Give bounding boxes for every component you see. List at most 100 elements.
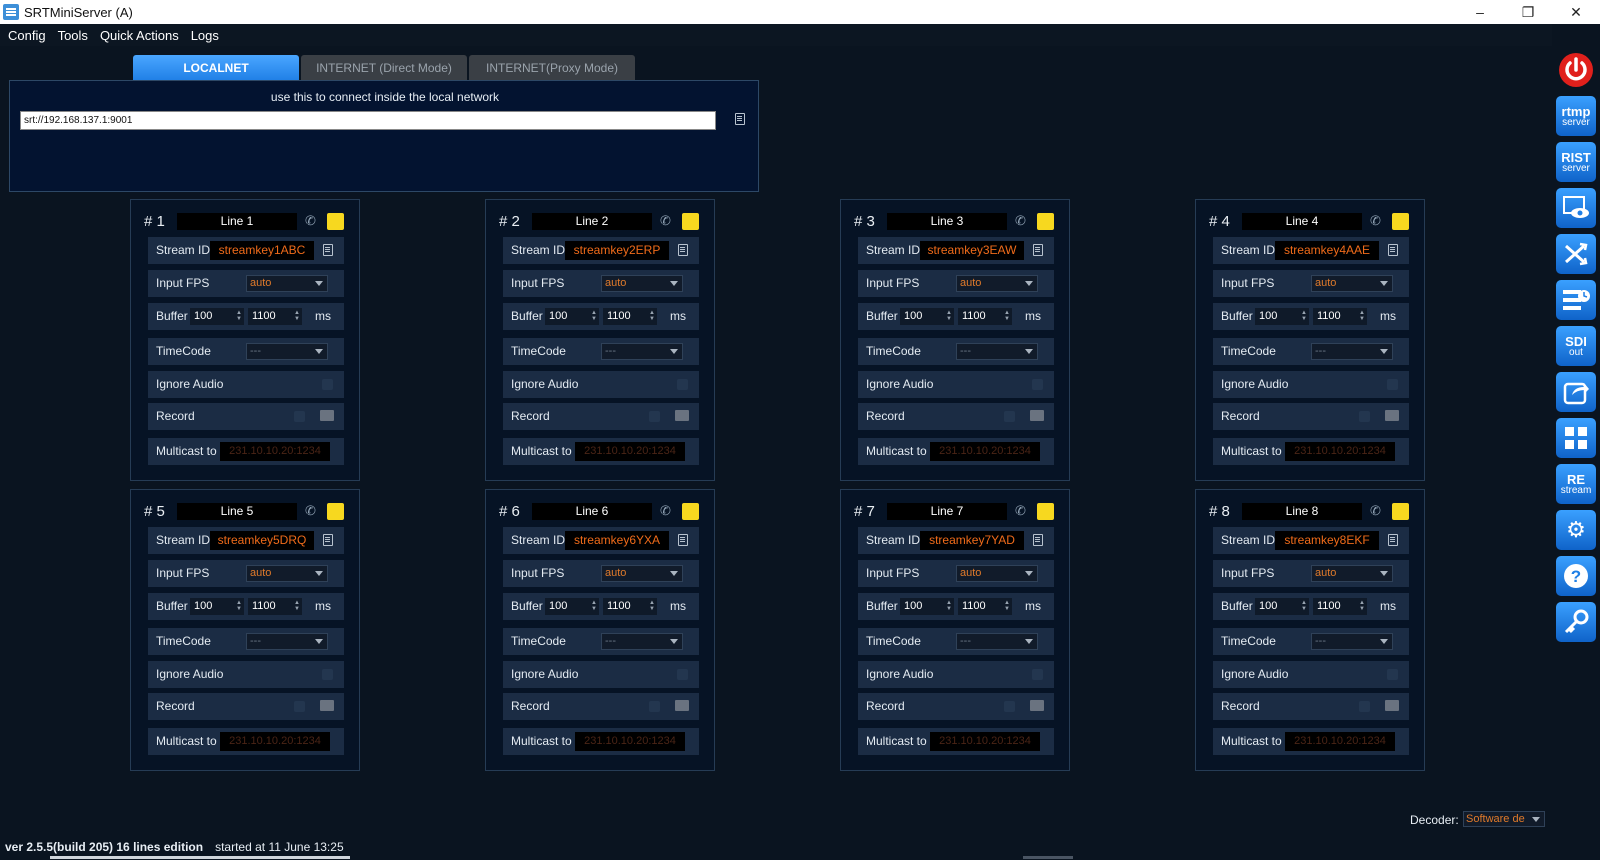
multicast-input[interactable]: 231.10.10.20:1234 xyxy=(1285,732,1395,751)
spin-arrows-icon[interactable]: ▲ ▼ xyxy=(1004,310,1010,322)
ignore-audio-checkbox[interactable] xyxy=(1387,669,1398,680)
rtmp-server-button[interactable]: rtmp server xyxy=(1556,96,1596,136)
spin-arrows-icon[interactable]: ▲ ▼ xyxy=(1301,600,1307,612)
timecode-select[interactable]: --- xyxy=(956,343,1038,360)
spin-arrows-icon[interactable]: ▲ ▼ xyxy=(946,600,952,612)
spin-arrows-icon[interactable]: ▲ ▼ xyxy=(591,600,597,612)
spin-arrows-icon[interactable]: ▲ ▼ xyxy=(1004,600,1010,612)
spin-arrows-icon[interactable]: ▲ ▼ xyxy=(649,310,655,322)
restream-button[interactable]: RE stream xyxy=(1556,464,1596,504)
multicast-input[interactable]: 231.10.10.20:1234 xyxy=(220,442,330,461)
close-button[interactable]: ✕ xyxy=(1552,0,1600,24)
copy-icon[interactable] xyxy=(1388,534,1398,546)
buffer-max-input[interactable]: 1100 ▲ ▼ xyxy=(1313,308,1367,325)
tab-localnet[interactable]: LOCALNET xyxy=(133,55,299,81)
multicast-input[interactable]: 231.10.10.20:1234 xyxy=(1285,442,1395,461)
menu-tools[interactable]: Tools xyxy=(52,28,94,43)
input-fps-select[interactable]: auto xyxy=(956,565,1038,582)
input-fps-select[interactable]: auto xyxy=(246,565,328,582)
copy-icon[interactable] xyxy=(678,534,688,546)
timecode-select[interactable]: --- xyxy=(246,633,328,650)
copy-icon[interactable] xyxy=(678,244,688,256)
buffer-min-input[interactable]: 100 ▲ ▼ xyxy=(545,308,599,325)
license-button[interactable] xyxy=(1556,602,1596,642)
line-name[interactable]: Line 2 xyxy=(532,213,652,230)
multicast-input[interactable]: 231.10.10.20:1234 xyxy=(930,442,1040,461)
timecode-select[interactable]: --- xyxy=(246,343,328,360)
copy-icon[interactable] xyxy=(323,534,333,546)
timecode-select[interactable]: --- xyxy=(956,633,1038,650)
preview-button[interactable] xyxy=(1556,188,1596,228)
buffer-max-input[interactable]: 1100 ▲ ▼ xyxy=(248,598,302,615)
help-button[interactable]: ? xyxy=(1556,556,1596,596)
horizontal-scrollbar-thumb[interactable] xyxy=(1023,856,1073,859)
menu-logs[interactable]: Logs xyxy=(185,28,225,43)
ignore-audio-checkbox[interactable] xyxy=(1387,379,1398,390)
minimize-button[interactable]: – xyxy=(1456,0,1504,24)
record-checkbox[interactable] xyxy=(1359,411,1370,422)
maximize-button[interactable]: ❐ xyxy=(1504,0,1552,24)
sdi-out-button[interactable]: SDI out xyxy=(1556,326,1596,366)
phone-icon[interactable]: ✆ xyxy=(1015,504,1029,518)
multicast-input[interactable]: 231.10.10.20:1234 xyxy=(220,732,330,751)
spin-arrows-icon[interactable]: ▲ ▼ xyxy=(236,310,242,322)
record-checkbox[interactable] xyxy=(1359,701,1370,712)
buffer-min-input[interactable]: 100 ▲ ▼ xyxy=(1255,598,1309,615)
input-fps-select[interactable]: auto xyxy=(1311,275,1393,292)
stream-id-value[interactable]: streamkey5DRQ xyxy=(210,531,314,550)
menu-config[interactable]: Config xyxy=(2,28,52,43)
line-name[interactable]: Line 7 xyxy=(887,503,1007,520)
copy-icon[interactable] xyxy=(1033,534,1043,546)
multicast-input[interactable]: 231.10.10.20:1234 xyxy=(575,442,685,461)
stream-id-value[interactable]: streamkey7YAD xyxy=(920,531,1024,550)
spin-arrows-icon[interactable]: ▲ ▼ xyxy=(1359,600,1365,612)
schedule-button[interactable] xyxy=(1556,280,1596,320)
input-fps-select[interactable]: auto xyxy=(246,275,328,292)
copy-icon[interactable] xyxy=(323,244,333,256)
ignore-audio-checkbox[interactable] xyxy=(322,379,333,390)
input-fps-select[interactable]: auto xyxy=(601,275,683,292)
phone-icon[interactable]: ✆ xyxy=(305,504,319,518)
timecode-select[interactable]: --- xyxy=(1311,343,1393,360)
stream-id-value[interactable]: streamkey4AAE xyxy=(1275,241,1379,260)
record-folder-button[interactable] xyxy=(1030,700,1044,711)
spin-arrows-icon[interactable]: ▲ ▼ xyxy=(591,310,597,322)
line-name[interactable]: Line 6 xyxy=(532,503,652,520)
record-folder-button[interactable] xyxy=(320,700,334,711)
record-checkbox[interactable] xyxy=(294,411,305,422)
line-name[interactable]: Line 3 xyxy=(887,213,1007,230)
record-checkbox[interactable] xyxy=(1004,701,1015,712)
record-checkbox[interactable] xyxy=(649,411,660,422)
record-folder-button[interactable] xyxy=(675,410,689,421)
ignore-audio-checkbox[interactable] xyxy=(1032,669,1043,680)
line-name[interactable]: Line 1 xyxy=(177,213,297,230)
buffer-max-input[interactable]: 1100 ▲ ▼ xyxy=(603,598,657,615)
stream-id-value[interactable]: streamkey8EKF xyxy=(1275,531,1379,550)
buffer-min-input[interactable]: 100 ▲ ▼ xyxy=(900,308,954,325)
buffer-min-input[interactable]: 100 ▲ ▼ xyxy=(190,598,244,615)
layout-button[interactable] xyxy=(1556,418,1596,458)
spin-arrows-icon[interactable]: ▲ ▼ xyxy=(1301,310,1307,322)
record-folder-button[interactable] xyxy=(320,410,334,421)
spin-arrows-icon[interactable]: ▲ ▼ xyxy=(236,600,242,612)
buffer-max-input[interactable]: 1100 ▲ ▼ xyxy=(603,308,657,325)
phone-icon[interactable]: ✆ xyxy=(1370,504,1384,518)
spin-arrows-icon[interactable]: ▲ ▼ xyxy=(946,310,952,322)
timecode-select[interactable]: --- xyxy=(601,343,683,360)
record-folder-button[interactable] xyxy=(1385,700,1399,711)
decoder-select[interactable]: Software de xyxy=(1463,811,1545,827)
record-folder-button[interactable] xyxy=(675,700,689,711)
multicast-input[interactable]: 231.10.10.20:1234 xyxy=(575,732,685,751)
share-button[interactable] xyxy=(1556,372,1596,412)
ignore-audio-checkbox[interactable] xyxy=(322,669,333,680)
settings-button[interactable]: ⚙ xyxy=(1556,510,1596,550)
ignore-audio-checkbox[interactable] xyxy=(1032,379,1043,390)
stream-id-value[interactable]: streamkey6YXA xyxy=(565,531,669,550)
multicast-input[interactable]: 231.10.10.20:1234 xyxy=(930,732,1040,751)
buffer-max-input[interactable]: 1100 ▲ ▼ xyxy=(248,308,302,325)
buffer-max-input[interactable]: 1100 ▲ ▼ xyxy=(1313,598,1367,615)
copy-icon[interactable] xyxy=(1388,244,1398,256)
line-name[interactable]: Line 5 xyxy=(177,503,297,520)
spin-arrows-icon[interactable]: ▲ ▼ xyxy=(294,310,300,322)
phone-icon[interactable]: ✆ xyxy=(660,214,674,228)
